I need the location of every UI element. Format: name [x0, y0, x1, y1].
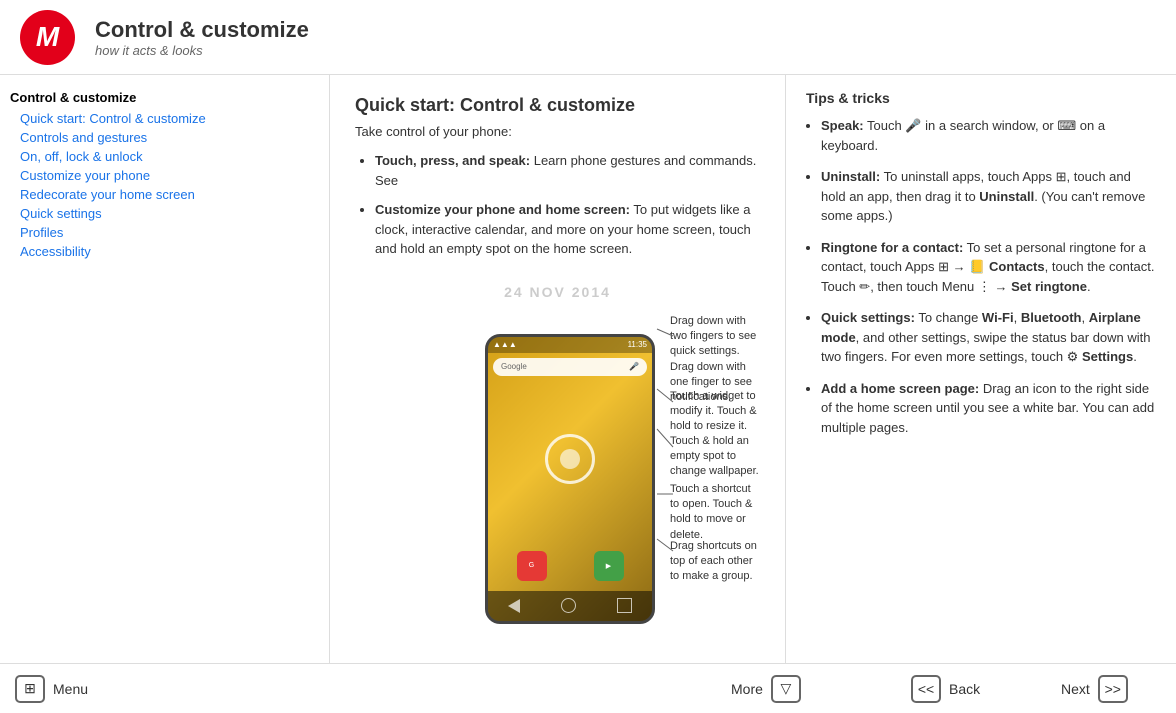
sidebar-item-profiles[interactable]: Profiles — [10, 223, 319, 242]
content-area: Quick start: Control & customize Take co… — [330, 75, 1176, 663]
header-text: Control & customize how it acts & looks — [95, 17, 309, 58]
phone-apps-row: G ▶ — [493, 551, 647, 581]
mic-icon: 🎤 — [629, 362, 639, 371]
callout-4: Touch a shortcut to open. Touch & hold t… — [670, 482, 760, 544]
callout-5-text: Drag shortcuts on top of each other to m… — [670, 540, 757, 583]
sidebar-section-title: Control & customize — [10, 90, 319, 105]
main-container: Control & customize Quick start: Control… — [0, 75, 1176, 663]
callout-3-text: Touch & hold an empty spot to change wal… — [670, 435, 759, 478]
tip-5: Add a home screen page: Drag an icon to … — [821, 379, 1156, 438]
tip-4: Quick settings: To change Wi-Fi, Bluetoo… — [821, 308, 1156, 367]
callout-5: Drag shortcuts on top of each other to m… — [670, 539, 760, 585]
more-icon: ▽ — [771, 675, 801, 703]
callout-2: Touch a widget to modify it. Touch & hol… — [670, 389, 760, 435]
tip-3: Ringtone for a contact: To set a persona… — [821, 238, 1156, 297]
back-button[interactable]: << Back — [911, 675, 1011, 703]
content-bullets: Touch, press, and speak: Learn phone ges… — [355, 151, 760, 259]
sidebar-item-redecorate[interactable]: Redecorate your home screen — [10, 185, 319, 204]
phone-status-bar: ▲▲▲ 11:35 — [488, 337, 652, 353]
sidebar-item-on-off-lock[interactable]: On, off, lock & unlock — [10, 147, 319, 166]
callout-4-text: Touch a shortcut to open. Touch & hold t… — [670, 483, 752, 541]
search-text: Google — [501, 362, 527, 371]
tip-5-bold: Add a home screen page: — [821, 381, 979, 396]
tip-1: Speak: Touch 🎤 in a search window, or ⌨ … — [821, 116, 1156, 155]
motorola-logo: M — [20, 10, 75, 65]
callout-3: Touch & hold an empty spot to change wal… — [670, 434, 760, 480]
sidebar: Control & customize Quick start: Control… — [0, 75, 330, 663]
page-title: Control & customize — [95, 17, 309, 43]
tips-panel: Tips & tricks Speak: Touch 🎤 in a search… — [786, 75, 1176, 663]
back-nav-btn — [508, 599, 520, 613]
back-icon: << — [911, 675, 941, 703]
next-icon: >> — [1098, 675, 1128, 703]
phone-nav-bar — [488, 591, 652, 621]
bullet-2-bold: Customize your phone and home screen: — [375, 202, 630, 217]
phone-mock: ▲▲▲ 11:35 Google 🎤 G ▶ — [485, 334, 655, 624]
bullet-1: Touch, press, and speak: Learn phone ges… — [375, 151, 760, 190]
bullet-1-bold: Touch, press, and speak: — [375, 153, 530, 168]
phone-search-bar: Google 🎤 — [493, 358, 647, 376]
tips-list: Speak: Touch 🎤 in a search window, or ⌨ … — [806, 116, 1156, 437]
content-title: Quick start: Control & customize — [355, 95, 760, 116]
home-nav-btn — [561, 598, 576, 613]
back-label: Back — [949, 681, 980, 697]
app-icon-play: ▶ — [594, 551, 624, 581]
header: M Control & customize how it acts & look… — [0, 0, 1176, 75]
status-icons: ▲▲▲ — [493, 340, 517, 349]
phone-container: ▲▲▲ 11:35 Google 🎤 G ▶ — [485, 334, 655, 624]
tip-1-text: Touch 🎤 in a search window, or ⌨ on a ke… — [821, 118, 1105, 153]
tip-1-bold: Speak: — [821, 118, 864, 133]
next-button[interactable]: Next >> — [1061, 675, 1161, 703]
phone-area: 24 NOV 2014 ▲▲▲ 11:35 Google 🎤 — [355, 274, 760, 594]
phone-screen: ▲▲▲ 11:35 Google 🎤 G ▶ — [488, 337, 652, 621]
phone-circle-icon — [545, 434, 595, 484]
content-subtitle: Take control of your phone: — [355, 124, 760, 139]
menu-icon: ⊞ — [15, 675, 45, 703]
app-icon-gmail: G — [517, 551, 547, 581]
recents-nav-btn — [617, 598, 632, 613]
logo-letter: M — [36, 21, 59, 53]
sidebar-item-accessibility[interactable]: Accessibility — [10, 242, 319, 261]
menu-label: Menu — [53, 681, 88, 697]
bullet-2: Customize your phone and home screen: To… — [375, 200, 760, 259]
tips-title: Tips & tricks — [806, 90, 1156, 106]
sidebar-item-customize-phone[interactable]: Customize your phone — [10, 166, 319, 185]
tip-3-bold: Ringtone for a contact: — [821, 240, 963, 255]
phone-time: 11:35 — [628, 340, 647, 349]
tip-2: Uninstall: To uninstall apps, touch Apps… — [821, 167, 1156, 226]
sidebar-item-quick-start[interactable]: Quick start: Control & customize — [10, 109, 319, 128]
menu-button[interactable]: ⊞ Menu — [15, 675, 115, 703]
callout-2-text: Touch a widget to modify it. Touch & hol… — [670, 390, 757, 433]
more-button[interactable]: More ▽ — [731, 675, 831, 703]
tip-2-bold: Uninstall: — [821, 169, 880, 184]
sidebar-item-quick-settings[interactable]: Quick settings — [10, 204, 319, 223]
bottom-bar: ⊞ Menu More ▽ << Back Next >> — [0, 663, 1176, 713]
main-content: Quick start: Control & customize Take co… — [330, 75, 786, 663]
page-subtitle: how it acts & looks — [95, 43, 309, 58]
date-watermark: 24 NOV 2014 — [504, 284, 611, 300]
tip-4-bold: Quick settings: — [821, 310, 915, 325]
more-label: More — [731, 681, 763, 697]
sidebar-item-controls-gestures[interactable]: Controls and gestures — [10, 128, 319, 147]
next-label: Next — [1061, 681, 1090, 697]
